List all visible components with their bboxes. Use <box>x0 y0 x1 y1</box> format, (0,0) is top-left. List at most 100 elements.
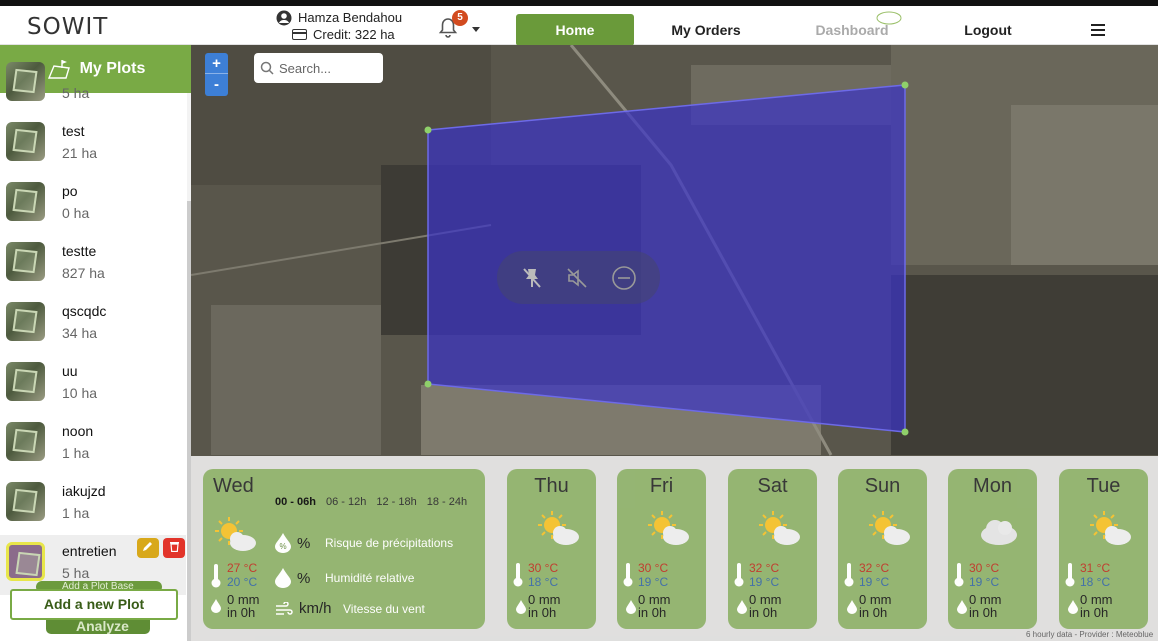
plot-item-noon[interactable]: noon 1 ha <box>0 415 186 475</box>
user-name: Hamza Bendahou <box>298 10 403 25</box>
weather-day-card-tue[interactable]: Tue 31 °C 18 °C 0 mm in 0h <box>1059 469 1148 629</box>
credit-balance: Credit: 322 ha <box>313 27 395 42</box>
period-tab[interactable]: 12 - 18h <box>376 496 416 508</box>
add-new-plot-button[interactable]: Add a new Plot <box>10 589 178 620</box>
plot-area: 827 ha <box>62 265 105 281</box>
media-tools-overlay <box>497 251 660 304</box>
weather-provider-credit: 6 hourly data - Provider : Meteoblue <box>1026 630 1154 639</box>
metric-label: Humidité relative <box>325 571 415 585</box>
weather-day-card-thu[interactable]: Thu 30 °C 18 °C 0 mm in 0h <box>507 469 596 629</box>
temp-high: 32 °C <box>859 561 890 575</box>
delete-plot-button[interactable] <box>163 538 185 558</box>
plot-item-po[interactable]: po 0 ha <box>0 175 186 235</box>
plot-name: entretien <box>62 543 117 559</box>
thermometer-icon <box>623 563 633 587</box>
period-tab[interactable]: 06 - 12h <box>326 496 366 508</box>
zoom-out-button[interactable]: - <box>205 74 228 95</box>
sun-cloud-icon <box>1090 511 1131 545</box>
nav-my-orders-link[interactable]: My Orders <box>660 14 752 46</box>
plot-item-partial[interactable]: 5 ha <box>0 55 186 115</box>
edit-plot-button[interactable] <box>137 538 159 558</box>
temp-high: 30 °C <box>969 561 1000 575</box>
rain-amount: 0 mm in 0h <box>859 593 892 619</box>
weather-day-card-sun[interactable]: Sun 32 °C 19 °C 0 mm in 0h <box>838 469 927 629</box>
polygon-vertex <box>901 428 909 436</box>
nav-dashboard-link[interactable]: Dashboard <box>806 11 902 46</box>
notifications-button[interactable]: 5 <box>438 10 480 39</box>
metric-humidity: % Humidité relative <box>275 568 414 588</box>
weather-day-card-mon[interactable]: Mon 30 °C 19 °C 0 mm in 0h <box>948 469 1037 629</box>
period-tab-active[interactable]: 00 - 06h <box>275 496 316 508</box>
analyze-button[interactable]: Analyze <box>46 620 150 634</box>
zoom-in-button[interactable]: + <box>205 53 228 74</box>
raindrop-icon <box>211 599 221 613</box>
temp-low: 19 °C <box>638 575 669 589</box>
plot-item-testte[interactable]: testte 827 ha <box>0 235 186 295</box>
hamburger-menu-button[interactable] <box>1088 14 1108 46</box>
metric-label: Vitesse du vent <box>343 601 425 616</box>
weather-today-card: Wed 00 - 06h 06 - 12h 12 - 18h 18 - 24h … <box>203 469 485 629</box>
raindrop-icon <box>957 600 967 614</box>
plot-area: 5 ha <box>62 85 90 101</box>
rain-time: in 0h <box>1080 605 1109 620</box>
plot-area: 5 ha <box>62 565 90 581</box>
nav-home-button[interactable]: Home <box>516 14 634 46</box>
period-tab[interactable]: 18 - 24h <box>427 496 467 508</box>
weather-day-name: Thu <box>534 475 569 497</box>
user-info[interactable]: Hamza Bendahou Credit: 322 ha <box>276 9 402 43</box>
sowit-logo[interactable]: SOWIT <box>27 14 108 40</box>
plot-item-test[interactable]: test 21 ha <box>0 115 186 175</box>
plot-area: 1 ha <box>62 505 90 521</box>
nav-logout-link[interactable]: Logout <box>952 14 1024 46</box>
temp-high: 27 °C <box>227 561 258 575</box>
plot-name: noon <box>62 423 94 439</box>
map-search-box[interactable]: Search... <box>254 53 383 83</box>
plot-thumbnail <box>6 482 45 521</box>
plot-item-uu[interactable]: uu 10 ha <box>0 355 186 415</box>
plot-item-iakujzd[interactable]: iakujzd 1 ha <box>0 475 186 535</box>
thermometer-icon <box>1065 563 1075 587</box>
polygon-vertex <box>424 126 432 134</box>
weather-panel: Wed 00 - 06h 06 - 12h 12 - 18h 18 - 24h … <box>191 456 1158 641</box>
trash-icon <box>169 542 179 553</box>
sun-cloud-icon <box>538 511 579 545</box>
plot-thumbnail <box>6 362 45 401</box>
raindrop-icon <box>847 600 857 614</box>
temp-low: 19 °C <box>749 575 780 589</box>
metric-wind: km/h Vitesse du vent <box>275 600 425 617</box>
plot-area: 34 ha <box>62 325 98 341</box>
minus-circle-icon[interactable] <box>611 265 637 291</box>
plot-name: testte <box>62 243 97 259</box>
top-navigation: SOWIT Hamza Bendahou Credit: 322 ha 5 Ho… <box>0 6 1158 46</box>
rain-amount: 0 mm in 0h <box>528 593 561 619</box>
sun-cloud-icon <box>648 511 689 545</box>
mute-icon[interactable] <box>565 266 589 290</box>
metric-label: Risque de précipitations <box>325 536 454 550</box>
sun-cloud-icon <box>759 511 800 545</box>
unpin-icon[interactable] <box>520 266 544 290</box>
period-tabs: 00 - 06h 06 - 12h 12 - 18h 18 - 24h <box>275 496 467 508</box>
metric-symbol: % <box>297 534 311 552</box>
plot-polygon <box>427 84 906 433</box>
water-drop-percent-icon: % <box>275 533 291 553</box>
thermometer-icon <box>211 564 221 588</box>
plot-thumbnail <box>6 242 45 281</box>
temp-high: 30 °C <box>528 561 559 575</box>
coming-soon-cloud-icon <box>876 11 902 25</box>
rain-amount: 0 mm in 0h <box>1080 593 1113 619</box>
sun-cloud-icon <box>869 511 910 545</box>
plot-name: qscqdc <box>62 303 107 319</box>
plot-thumbnail <box>6 422 45 461</box>
plot-name: test <box>62 123 85 139</box>
weather-day-card-fri[interactable]: Fri 30 °C 19 °C 0 mm in 0h <box>617 469 706 629</box>
polygon-vertex <box>901 81 909 89</box>
plot-item-qscqdc[interactable]: qscqdc 34 ha <box>0 295 186 355</box>
polygon-vertex <box>424 380 432 388</box>
notification-count-badge: 5 <box>452 10 468 26</box>
metric-precipitation: % % Risque de précipitations <box>275 533 453 553</box>
weather-day-name: Sat <box>757 475 788 497</box>
rain-amount: 0 mm in 0h <box>749 593 782 619</box>
weather-day-card-sat[interactable]: Sat 32 °C 19 °C 0 mm in 0h <box>728 469 817 629</box>
temp-low: 18 °C <box>1080 575 1111 589</box>
sun-cloud-icon <box>215 517 256 551</box>
